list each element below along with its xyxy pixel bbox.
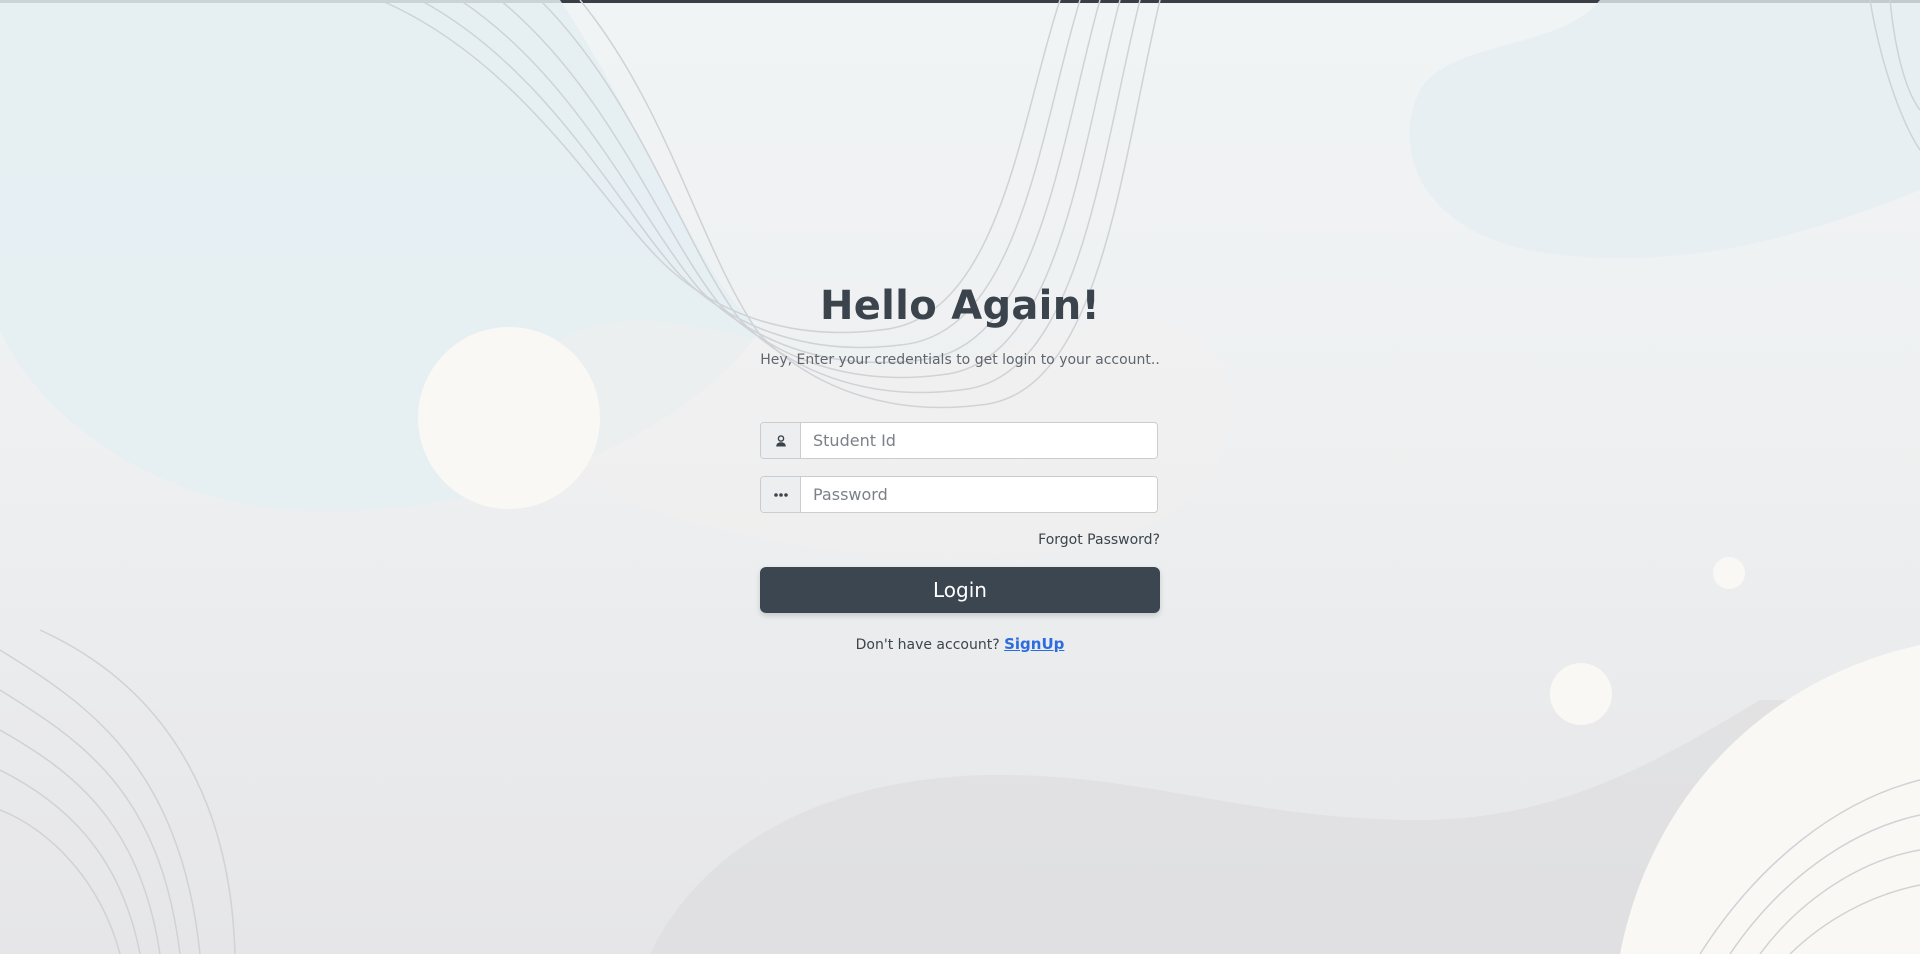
login-form-container: Hello Again! Hey, Enter your credentials… xyxy=(760,280,1160,653)
signup-prompt: Don't have account? xyxy=(855,637,1000,653)
signup-link[interactable]: SignUp xyxy=(1004,635,1064,653)
page-title: Hello Again! xyxy=(819,283,1101,329)
password-dots-icon xyxy=(761,477,801,512)
signup-row: Don't have account? SignUp xyxy=(760,635,1160,653)
login-button[interactable]: Login xyxy=(760,567,1160,613)
password-field xyxy=(760,476,1158,513)
user-icon xyxy=(761,423,801,458)
student-id-input[interactable] xyxy=(801,423,1157,458)
password-input[interactable] xyxy=(801,477,1157,512)
forgot-password-link[interactable]: Forgot Password? xyxy=(1038,532,1160,548)
page-subtitle: Hey, Enter your credentials to get login… xyxy=(760,352,1160,368)
student-id-field xyxy=(760,422,1158,459)
login-page: Hello Again! Hey, Enter your credentials… xyxy=(0,0,1920,954)
